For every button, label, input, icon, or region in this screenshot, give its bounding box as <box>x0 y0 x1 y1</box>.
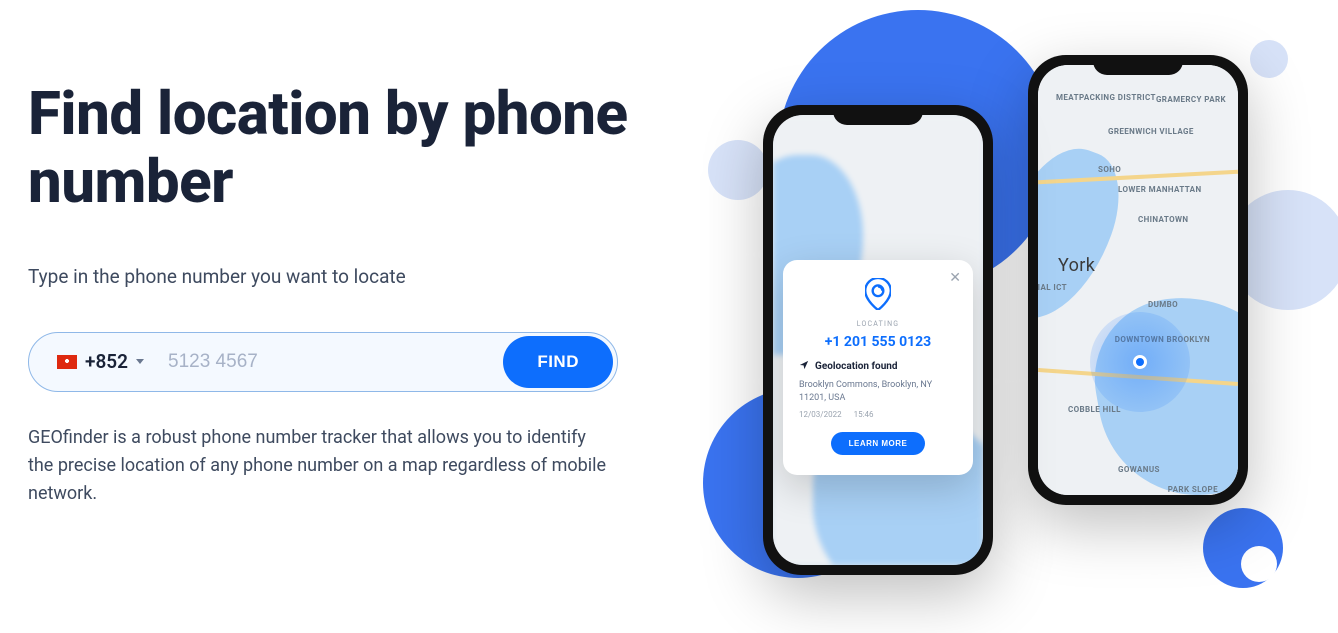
close-icon[interactable]: ✕ <box>949 270 961 286</box>
dial-code: +852 <box>85 350 128 373</box>
map-label: GREENWICH VILLAGE <box>1108 127 1194 136</box>
phone-notch <box>1093 55 1183 75</box>
map-illustration: MEATPACKING DISTRICT GRAMERCY PARK GREEN… <box>1038 65 1238 495</box>
phone-notch <box>833 105 923 125</box>
hk-flag-icon <box>57 355 77 369</box>
result-address: Brooklyn Commons, Brooklyn, NY 11201, US… <box>799 379 957 404</box>
location-result-card: ✕ LOCATING +1 201 555 0123 <box>783 260 973 475</box>
hero-title: Find location by phone number <box>28 80 669 217</box>
map-label: COBBLE HILL <box>1068 405 1121 414</box>
phone-input-container: +852 FIND <box>28 332 618 392</box>
phone-number-input[interactable] <box>158 351 503 373</box>
hero-description: GEOfinder is a robust phone number track… <box>28 424 608 508</box>
locating-label: LOCATING <box>799 320 957 328</box>
map-label: York <box>1058 255 1095 276</box>
map-label: DUMBO <box>1148 300 1178 309</box>
map-label: LOWER MANHATTAN <box>1118 185 1202 194</box>
map-label: CIAL ICT <box>1038 283 1067 292</box>
map-label: SOHO <box>1098 165 1121 174</box>
result-time: 15:46 <box>854 410 874 419</box>
map-label: GOWANUS <box>1118 465 1160 474</box>
map-label: PARK SLOPE <box>1168 485 1218 494</box>
result-date: 12/03/2022 <box>799 410 842 419</box>
location-pin-icon <box>865 278 891 314</box>
decorative-circle <box>1250 40 1288 78</box>
hero-subtitle: Type in the phone number you want to loc… <box>28 265 669 288</box>
navigation-arrow-icon <box>799 360 809 373</box>
decorative-circle <box>708 140 768 200</box>
map-label: CHINATOWN <box>1138 215 1188 224</box>
chevron-down-icon <box>136 359 144 364</box>
location-dot-icon <box>1133 355 1147 369</box>
country-code-selector[interactable]: +852 <box>33 350 158 373</box>
phone-mockup-front: ✕ LOCATING +1 201 555 0123 <box>763 105 993 575</box>
decorative-circle <box>1203 508 1283 588</box>
hero-illustration: MEATPACKING DISTRICT GRAMERCY PARK GREEN… <box>688 0 1338 633</box>
map-label: MEATPACKING DISTRICT <box>1056 93 1156 102</box>
phone-mockup-back: MEATPACKING DISTRICT GRAMERCY PARK GREEN… <box>1028 55 1248 505</box>
geolocation-found-label: Geolocation found <box>815 361 898 372</box>
learn-more-button[interactable]: LEARN MORE <box>831 432 926 455</box>
map-label: GRAMERCY PARK <box>1156 95 1226 104</box>
result-phone-number: +1 201 555 0123 <box>799 334 957 350</box>
find-button[interactable]: FIND <box>503 336 613 388</box>
